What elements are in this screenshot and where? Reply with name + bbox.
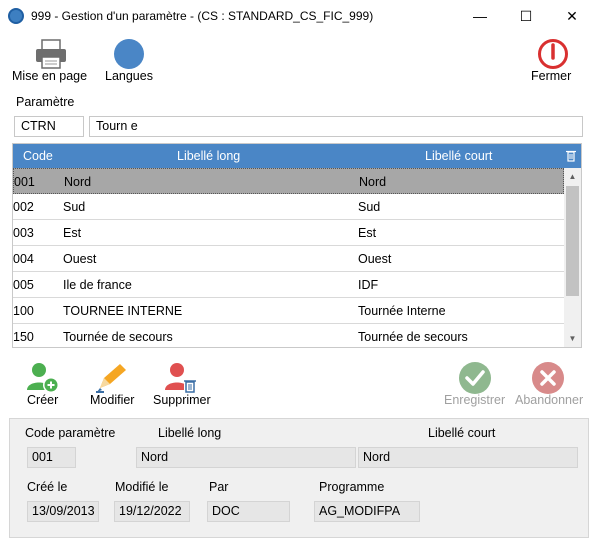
cell-short: IDF <box>358 278 379 292</box>
close-label: Fermer <box>531 69 572 83</box>
cell-code: 150 <box>13 330 34 344</box>
create-label: Créer <box>27 393 59 407</box>
code-parameter-label: Code paramètre <box>25 426 116 440</box>
by-label: Par <box>209 480 229 494</box>
cell-short: Tournée de secours <box>358 330 468 344</box>
parameter-name-field[interactable]: Tourn e <box>89 116 583 137</box>
cell-short: Nord <box>359 175 387 189</box>
table-row[interactable]: 002 Sud Sud <box>13 194 564 220</box>
created-date-field[interactable]: 13/09/2013 <box>27 501 99 522</box>
short-label-label: Libellé court <box>428 426 496 440</box>
short-label-field[interactable]: Nord <box>358 447 578 468</box>
grid-scrollbar[interactable]: ▲ ▼ <box>564 168 581 347</box>
cell-long: Sud <box>63 200 86 214</box>
delete-user-icon <box>165 363 196 393</box>
header-long-label[interactable]: Libellé long <box>177 149 240 163</box>
cell-code: 005 <box>13 278 34 292</box>
pencil-icon <box>96 364 126 393</box>
modify-button[interactable]: Modifier <box>88 362 138 410</box>
cell-short: Est <box>358 226 377 240</box>
delete-button[interactable]: Supprimer <box>152 362 214 410</box>
code-parameter-field[interactable]: 001 <box>27 447 76 468</box>
languages-button[interactable]: Langues <box>103 36 157 86</box>
scroll-thumb[interactable] <box>566 186 579 296</box>
app-icon <box>8 8 24 24</box>
scroll-down-arrow-icon[interactable]: ▼ <box>564 330 581 347</box>
minimize-button[interactable]: — <box>457 0 503 32</box>
cell-long: TOURNEE INTERNE <box>63 304 183 318</box>
save-button[interactable]: Enregistrer <box>443 362 511 410</box>
title-bar: 999 - Gestion d'un paramètre - (CS : STA… <box>0 0 595 32</box>
cell-code: 001 <box>14 175 35 189</box>
cell-short: Tournée Interne <box>358 304 446 318</box>
cell-long: Est <box>63 226 82 240</box>
table-row[interactable]: 150 Tournée de secours Tournée de secour… <box>13 324 564 347</box>
modified-date-field[interactable]: 19/12/2022 <box>114 501 190 522</box>
scroll-up-arrow-icon[interactable]: ▲ <box>564 168 581 185</box>
program-field[interactable]: AG_MODIFPA <box>314 501 420 522</box>
cell-long: Ouest <box>63 252 97 266</box>
cell-long: Nord <box>64 175 92 189</box>
values-grid[interactable]: Code Libellé long Libellé court 001 Nord… <box>12 143 582 348</box>
printer-icon <box>36 39 66 69</box>
table-row[interactable]: 003 Est Est <box>13 220 564 246</box>
cell-code: 003 <box>13 226 34 240</box>
table-row[interactable]: 004 Ouest Ouest <box>13 246 564 272</box>
table-row[interactable]: 005 Ile de france IDF <box>13 272 564 298</box>
table-row[interactable]: 100 TOURNEE INTERNE Tournée Interne <box>13 298 564 324</box>
parameter-code-field[interactable]: CTRN <box>14 116 84 137</box>
cancel-x-icon <box>532 362 564 394</box>
by-field[interactable]: DOC <box>207 501 290 522</box>
globe-icon <box>114 39 144 69</box>
header-code[interactable]: Code <box>23 149 53 163</box>
created-date-label: Créé le <box>27 480 68 494</box>
header-short-label[interactable]: Libellé court <box>425 149 492 163</box>
table-row[interactable]: 001 Nord Nord <box>13 168 564 194</box>
languages-label: Langues <box>105 69 153 83</box>
cell-code: 100 <box>13 304 34 318</box>
trash-icon[interactable] <box>565 149 577 162</box>
long-label-field[interactable]: Nord <box>136 447 356 468</box>
save-label: Enregistrer <box>444 393 506 407</box>
program-label: Programme <box>319 480 385 494</box>
detail-panel: Code paramètre Libellé long Libellé cour… <box>9 418 589 538</box>
cell-short: Ouest <box>358 252 392 266</box>
create-button[interactable]: Créer <box>24 362 64 410</box>
maximize-button[interactable]: ☐ <box>503 0 549 32</box>
modify-label: Modifier <box>90 393 135 407</box>
parameter-section-label: Paramètre <box>16 95 75 109</box>
checkmark-icon <box>459 362 491 394</box>
page-setup-label: Mise en page <box>12 69 88 83</box>
close-button[interactable]: Fermer <box>530 36 578 86</box>
cell-code: 004 <box>13 252 34 266</box>
window-title: 999 - Gestion d'un paramètre - (CS : STA… <box>31 9 374 23</box>
power-icon <box>538 39 568 69</box>
add-user-icon <box>27 363 59 393</box>
page-setup-button[interactable]: Mise en page <box>10 36 92 86</box>
modified-date-label: Modifié le <box>115 480 169 494</box>
cell-long: Ile de france <box>63 278 132 292</box>
close-window-button[interactable]: ✕ <box>549 0 595 32</box>
grid-header: Code Libellé long Libellé court <box>13 144 581 168</box>
cell-code: 002 <box>13 200 34 214</box>
delete-label: Supprimer <box>153 393 211 407</box>
long-label-label: Libellé long <box>158 426 222 440</box>
cell-long: Tournée de secours <box>63 330 173 344</box>
cancel-button[interactable]: Abandonner <box>514 362 586 410</box>
cancel-label: Abandonner <box>515 393 584 407</box>
cell-short: Sud <box>358 200 381 214</box>
